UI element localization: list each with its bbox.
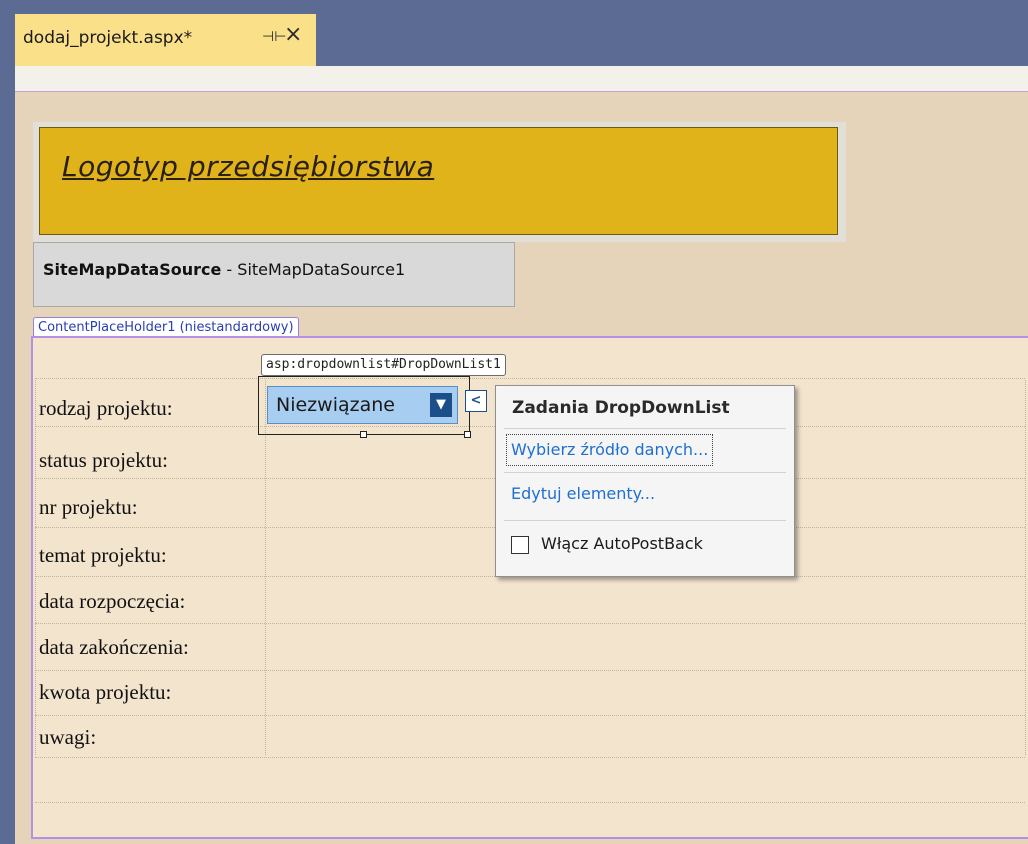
- dropdownlist-tag[interactable]: asp:dropdownlist#DropDownList1: [261, 354, 506, 376]
- logo-banner[interactable]: Logotyp przedsiębiorstwa: [39, 127, 838, 235]
- pin-icon[interactable]: ⊣⊢: [262, 29, 286, 45]
- label-temat-projektu: temat projektu:: [39, 543, 167, 567]
- design-surface-border: [15, 91, 1028, 92]
- window-frame-left: [0, 66, 15, 844]
- tasks-panel-title: Zadania DropDownList: [512, 398, 730, 418]
- label-status-projektu: status projektu:: [39, 448, 168, 472]
- sitemap-separator: -: [221, 260, 238, 279]
- autopostback-checkbox[interactable]: [511, 536, 529, 554]
- label-rodzaj-projektu: rodzaj projektu:: [39, 396, 173, 420]
- form-grid-line: [35, 670, 1025, 671]
- tasks-separator: [504, 428, 786, 429]
- form-grid-line: [35, 802, 1025, 803]
- close-icon[interactable]: ×: [284, 24, 302, 46]
- form-grid-line: [35, 715, 1025, 716]
- smart-tag-button[interactable]: <: [465, 390, 487, 412]
- label-data-rozpoczecia: data rozpoczęcia:: [39, 589, 186, 613]
- sitemap-control-type: SiteMapDataSource: [43, 260, 222, 279]
- dropdownlist-tasks-panel: Zadania DropDownList Wybierz źródło dany…: [495, 385, 795, 577]
- form-grid-line: [35, 380, 36, 755]
- dropdownlist-value: Niezwiązane: [276, 394, 395, 416]
- choose-datasource-link[interactable]: Wybierz źródło danych...: [506, 434, 714, 466]
- form-grid-line: [1025, 380, 1026, 755]
- sitemap-datasource-label: SiteMapDataSource - SiteMapDataSource1: [43, 260, 405, 279]
- dropdown-arrow-icon[interactable]: ▼: [430, 393, 452, 417]
- form-grid-line: [35, 623, 1025, 624]
- resize-handle-corner[interactable]: [464, 431, 471, 438]
- sitemap-control-id: SiteMapDataSource1: [237, 260, 406, 279]
- document-tab-bar: dodaj_projekt.aspx* ⊣⊢ ×: [0, 0, 1028, 66]
- label-uwagi: uwagi:: [39, 725, 97, 749]
- label-nr-projektu: nr projektu:: [39, 495, 138, 519]
- form-grid-line: [265, 380, 266, 755]
- label-kwota-projektu: kwota projektu:: [39, 680, 172, 704]
- resize-handle-bottom[interactable]: [360, 431, 367, 438]
- content-placeholder-tag[interactable]: ContentPlaceHolder1 (niestandardowy): [33, 317, 299, 337]
- form-grid-line: [35, 378, 1025, 379]
- form-grid-line: [35, 757, 1025, 758]
- edit-items-link[interactable]: Edytuj elementy...: [511, 484, 655, 503]
- document-tab[interactable]: dodaj_projekt.aspx* ⊣⊢ ×: [15, 14, 316, 66]
- designer-toolbar: [15, 66, 1028, 91]
- autopostback-label[interactable]: Włącz AutoPostBack: [541, 534, 703, 553]
- logo-text: Logotyp przedsiębiorstwa: [62, 150, 435, 183]
- label-data-zakonczenia: data zakończenia:: [39, 635, 189, 659]
- dropdownlist[interactable]: Niezwiązane ▼: [267, 386, 458, 424]
- tasks-separator: [504, 472, 786, 473]
- sitemap-datasource-control[interactable]: SiteMapDataSource - SiteMapDataSource1: [33, 242, 515, 307]
- tasks-separator: [504, 520, 786, 521]
- document-tab-title: dodaj_projekt.aspx*: [23, 28, 193, 48]
